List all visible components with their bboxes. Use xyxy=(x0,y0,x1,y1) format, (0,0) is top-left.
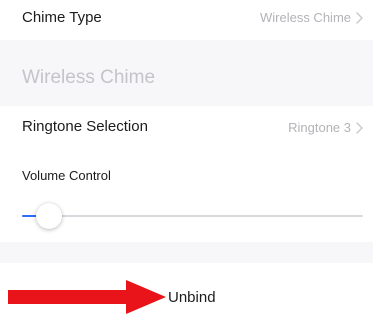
unbind-button[interactable]: Unbind xyxy=(168,289,216,306)
chime-type-value-wrap: Wireless Chime xyxy=(260,10,363,25)
chime-type-label: Chime Type xyxy=(22,9,102,26)
slider-track xyxy=(22,215,363,217)
ringtone-value: Ringtone 3 xyxy=(288,120,351,135)
chime-type-value: Wireless Chime xyxy=(259,10,351,25)
red-arrow-icon xyxy=(8,280,168,314)
chime-type-row[interactable]: Chime Type Wireless Chime xyxy=(0,0,373,40)
chevron-right-icon xyxy=(356,121,363,134)
section-title: Wireless Chime xyxy=(22,67,156,88)
volume-slider[interactable] xyxy=(22,203,363,229)
chevron-right-icon xyxy=(356,11,363,24)
ringtone-selection-label: Ringtone Selection xyxy=(22,118,148,135)
ringtone-value-wrap: Ringtone 3 xyxy=(288,120,363,135)
slider-thumb[interactable] xyxy=(36,203,63,229)
volume-control-label: Volume Control xyxy=(22,168,111,183)
